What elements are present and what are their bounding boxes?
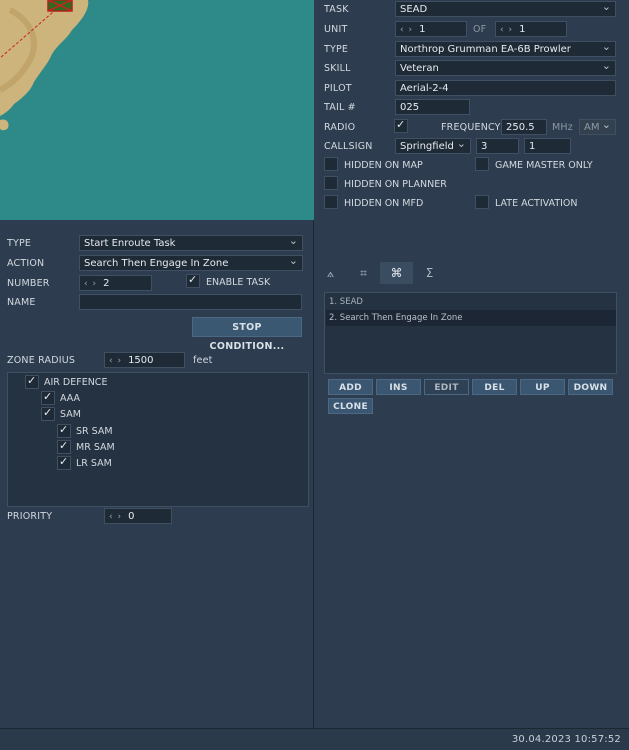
tree-item-aaa[interactable]: AAA [60,393,80,404]
action-label: ACTION [7,258,45,269]
task-select[interactable]: SEAD [395,1,616,17]
radio-checkbox[interactable] [394,118,408,133]
tree-item-air-defence-checkbox[interactable] [25,374,39,389]
edit-button[interactable]: EDIT [424,379,469,395]
map-view[interactable] [0,0,314,220]
spinner-arrows-icon[interactable]: ‹ › [400,25,413,35]
pilot-label: PILOT [324,83,352,94]
skill-select[interactable]: Veteran [395,60,616,76]
route-icon[interactable]: ⟑ [314,262,347,284]
task-list-item[interactable]: 2. Search Then Engage In Zone [326,310,616,326]
spinner-arrows-icon[interactable]: ‹ › [500,25,513,35]
late-activation-checkbox[interactable] [475,195,489,209]
tree-item-sr-sam-checkbox[interactable] [57,423,71,438]
callsign-group-input[interactable]: 3 [476,138,519,154]
task-type-label: TYPE [7,238,32,249]
tree-item-mr-sam-checkbox[interactable] [57,439,71,454]
late-activation-label: LATE ACTIVATION [495,198,578,209]
add-button[interactable]: ADD [328,379,373,395]
action-select[interactable]: Search Then Engage In Zone [79,255,303,271]
callsign-number-input[interactable]: 1 [524,138,571,154]
enable-task-checkbox[interactable] [186,273,200,288]
hidden-on-map-checkbox[interactable] [324,157,338,171]
tail-label: TAIL # [324,102,356,113]
spinner-arrows-icon[interactable]: ‹ › [109,512,122,522]
skill-label: SKILL [324,63,351,74]
target-types-tree: AIR DEFENCE AAA SAM SR SAM MR SAM LR SAM [7,372,309,507]
hidden-on-planner-checkbox[interactable] [324,176,338,190]
game-master-only-checkbox[interactable] [475,157,489,171]
tree-item-lr-sam[interactable]: LR SAM [76,458,112,469]
insert-button[interactable]: INS [376,379,421,395]
spinner-arrows-icon[interactable]: ‹ › [84,279,97,289]
type-label: TYPE [324,44,349,55]
up-button[interactable]: UP [520,379,565,395]
hidden-on-map-label: HIDDEN ON MAP [344,160,423,171]
priority-label: PRIORITY [7,511,53,522]
of-label: OF [473,24,487,35]
hidden-on-mfd-label: HIDDEN ON MFD [344,198,424,209]
frequency-unit: MHz [552,122,573,133]
callsign-label: CALLSIGN [324,141,373,152]
tail-number-input[interactable]: 025 [395,99,470,115]
datetime-readout: 30.04.2023 10:57:52 [511,734,621,745]
task-number-spinner[interactable]: ‹ › 2 [79,275,152,291]
status-bar: 30.04.2023 10:57:52 [0,728,629,750]
tree-item-sam[interactable]: SAM [60,409,81,420]
delete-button[interactable]: DEL [472,379,517,395]
spinner-arrows-icon[interactable]: ‹ › [109,356,122,366]
tree-item-mr-sam[interactable]: MR SAM [76,442,115,453]
tree-item-sam-checkbox[interactable] [41,406,55,421]
tree-item-lr-sam-checkbox[interactable] [57,455,71,470]
enable-task-label: ENABLE TASK [206,277,271,288]
unit-label: UNIT [324,24,348,35]
stop-condition-button[interactable]: STOP CONDITION... [192,317,302,352]
tasks-list: 1. SEAD 2. Search Then Engage In Zone [324,292,617,374]
zone-radius-spinner[interactable]: ‹ › 1500 [104,352,185,368]
zone-radius-label: ZONE RADIUS [7,355,76,366]
command-icon[interactable]: ⌘ [380,262,413,284]
callsign-select[interactable]: Springfield [395,138,471,154]
modulation-select[interactable]: AM [579,119,616,135]
number-label: NUMBER [7,278,50,289]
map-terrain [0,0,89,131]
radio-label: RADIO [324,122,356,133]
sigma-icon[interactable]: Σ [413,262,446,284]
task-list-item[interactable]: 1. SEAD [326,294,616,310]
clone-button[interactable]: CLONE [328,398,373,414]
name-label: NAME [7,297,36,308]
task-type-select[interactable]: Start Enroute Task [79,235,303,251]
zone-radius-unit: feet [193,355,213,366]
frequency-label: FREQUENCY [441,122,501,133]
hidden-on-mfd-checkbox[interactable] [324,195,338,209]
priority-spinner[interactable]: ‹ › 0 [104,508,172,524]
game-master-only-label: GAME MASTER ONLY [495,160,593,171]
tree-item-sr-sam[interactable]: SR SAM [76,426,113,437]
aircraft-type-select[interactable]: Northrop Grumman EA-6B Prowler [395,41,616,57]
task-label: TASK [324,4,349,15]
target-icon[interactable]: ⌗ [347,262,380,284]
panel-tabs: ⟑ ⌗ ⌘ Σ [314,262,629,284]
frequency-input[interactable]: 250.5 [501,119,547,135]
task-editor-panel: TYPE Start Enroute Task ACTION Search Th… [0,220,313,728]
tree-item-air-defence[interactable]: AIR DEFENCE [44,377,107,388]
unit-spinner[interactable]: ‹ › 1 [395,21,467,37]
pilot-input[interactable]: Aerial-2-4 [395,80,616,96]
tree-item-aaa-checkbox[interactable] [41,390,55,405]
hidden-on-planner-label: HIDDEN ON PLANNER [344,179,447,190]
unit-properties-panel: TASK SEAD UNIT ‹ ›1 OF ‹ ›1 TYPE Northro… [314,0,629,258]
task-name-input[interactable] [79,294,302,310]
tasks-panel: ⟑ ⌗ ⌘ Σ 1. SEAD 2. Search Then Engage In… [314,258,629,728]
down-button[interactable]: DOWN [568,379,613,395]
unit-count-spinner[interactable]: ‹ › 1 [495,21,567,37]
